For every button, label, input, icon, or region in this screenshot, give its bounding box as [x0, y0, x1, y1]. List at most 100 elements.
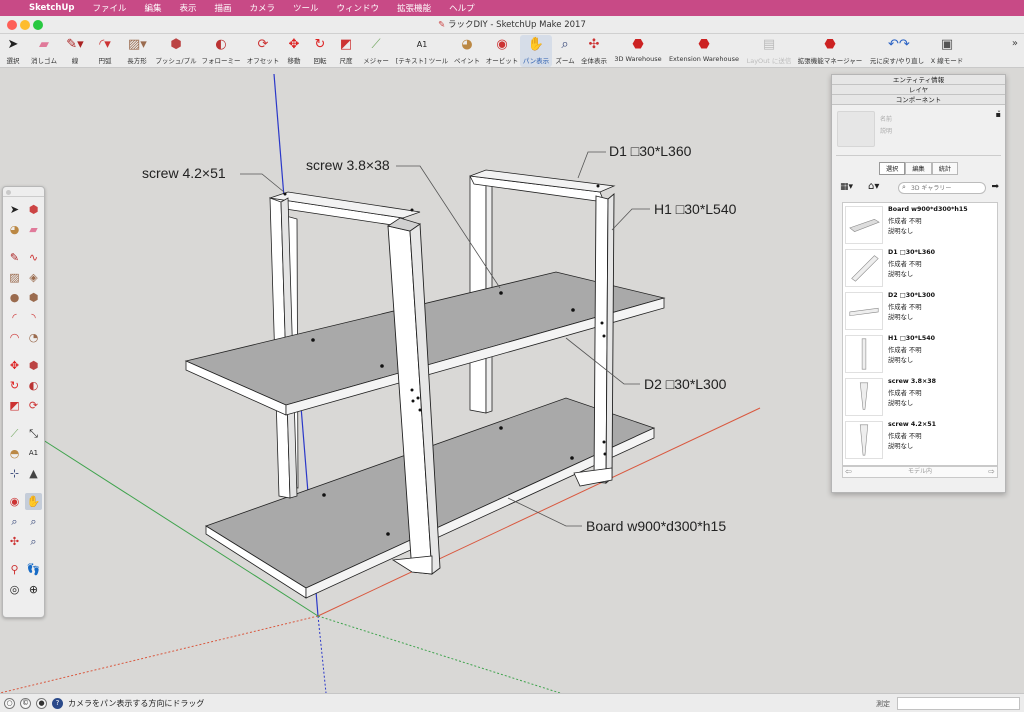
eraser-icon[interactable]: ▰: [25, 221, 42, 238]
tool-rotate[interactable]: ↻ 回転: [309, 35, 331, 67]
walk-icon[interactable]: 👣: [25, 561, 42, 578]
tool-undo-redo[interactable]: ↶↷ 元に戻す/やり直し: [866, 35, 928, 67]
tool-pan[interactable]: ✋ パン表示: [520, 35, 552, 67]
label-d2[interactable]: D2 □30*L300: [644, 376, 727, 392]
pan-icon[interactable]: ✋: [25, 493, 42, 510]
tool-offset[interactable]: ⟳ オフセット: [245, 35, 281, 67]
tool-follow-me[interactable]: ◐ フォローミー: [200, 35, 242, 67]
minimize-window-button[interactable]: [20, 20, 30, 30]
tool-send-to-layout[interactable]: ▤ LayOut に送信: [744, 35, 794, 67]
tool-text[interactable]: A1 [テキスト] ツール: [394, 35, 450, 67]
freehand-icon[interactable]: ∿: [25, 249, 42, 266]
rotate-icon[interactable]: ↻: [6, 377, 23, 394]
make-component-icon[interactable]: ⬢: [25, 201, 42, 218]
list-item[interactable]: Board w900*d300*h15 作成者 不明 説明なし: [843, 203, 997, 246]
menu-edit[interactable]: 編集: [135, 2, 170, 14]
tool-orbit[interactable]: ◉ オービット: [485, 35, 519, 67]
menu-camera[interactable]: カメラ: [241, 2, 285, 14]
list-item[interactable]: D2 □30*L300 作成者 不明 説明なし: [843, 289, 997, 332]
view-options-icon[interactable]: ▦▾: [840, 182, 853, 192]
layers-header[interactable]: レイヤ: [832, 85, 1005, 95]
label-screw-4-2x51[interactable]: screw 4.2×51: [142, 165, 226, 181]
circle-icon[interactable]: ●: [6, 289, 23, 306]
two-point-arc-icon[interactable]: ◝: [25, 309, 42, 326]
text-tool-icon[interactable]: A1: [25, 445, 42, 462]
select-icon[interactable]: ➤: [6, 201, 23, 218]
list-item[interactable]: H1 □30*L540 作成者 不明 説明なし: [843, 332, 997, 375]
menu-file[interactable]: ファイル: [83, 2, 135, 14]
tab-select[interactable]: 選択: [878, 162, 906, 175]
arc-icon[interactable]: ◜: [6, 309, 23, 326]
menu-extensions[interactable]: 拡張機能: [388, 2, 440, 14]
label-h1[interactable]: H1 □30*L540: [654, 201, 737, 217]
list-item[interactable]: D1 □30*L360 作成者 不明 説明なし: [843, 246, 997, 289]
tool-paint[interactable]: ◕ ペイント: [452, 35, 482, 67]
scale-icon[interactable]: ◩: [6, 397, 23, 414]
measurements-input[interactable]: [897, 697, 1020, 710]
position-camera-icon[interactable]: ⚲: [6, 561, 23, 578]
rotated-rectangle-icon[interactable]: ◈: [25, 269, 42, 286]
credits-icon[interactable]: ©: [20, 698, 31, 709]
palette-close-button[interactable]: [6, 190, 11, 195]
home-icon[interactable]: ⌂▾: [868, 181, 879, 192]
tool-zoom[interactable]: ⌕ ズーム: [554, 35, 576, 67]
tab-statistics[interactable]: 統計: [931, 162, 959, 175]
push-pull-icon[interactable]: ⬢: [25, 357, 42, 374]
gallery-search-input[interactable]: [898, 182, 986, 194]
previous-view-icon[interactable]: ⌕: [25, 533, 42, 550]
back-arrow-icon[interactable]: ⇦: [845, 467, 852, 477]
list-item[interactable]: screw 3.8×38 作成者 不明 説明なし: [843, 375, 997, 418]
3d-text-icon[interactable]: ▲: [25, 465, 42, 482]
protractor-icon[interactable]: ◓: [6, 445, 23, 462]
section-plane-icon[interactable]: ⊕: [25, 581, 42, 598]
polygon-icon[interactable]: ⬢: [25, 289, 42, 306]
move-icon[interactable]: ✥: [6, 357, 23, 374]
orbit-icon[interactable]: ◉: [6, 493, 23, 510]
user-icon[interactable]: ●: [36, 698, 47, 709]
paint-bucket-icon[interactable]: ◕: [6, 221, 23, 238]
tool-extension-warehouse[interactable]: ⬣ Extension Warehouse: [666, 35, 742, 67]
three-point-arc-icon[interactable]: ◠: [6, 329, 23, 346]
tool-tape-measure[interactable]: ⟋ メジャー: [361, 35, 391, 67]
details-icon[interactable]: ➡: [991, 182, 999, 192]
pie-icon[interactable]: ◔: [25, 329, 42, 346]
zoom-icon[interactable]: ⌕: [6, 513, 23, 530]
entity-info-header[interactable]: エンティティ情報: [832, 75, 1005, 85]
geo-location-icon[interactable]: ○: [4, 698, 15, 709]
tool-zoom-extents[interactable]: ✣ 全体表示: [579, 35, 609, 67]
tab-edit[interactable]: 編集: [905, 162, 932, 175]
label-d1[interactable]: D1 □30*L360: [609, 143, 692, 159]
offset-icon[interactable]: ⟳: [25, 397, 42, 414]
tool-push-pull[interactable]: ⬢ プッシュ/プル: [154, 35, 198, 67]
tool-eraser[interactable]: ▰ 消しゴム: [26, 35, 62, 67]
label-board[interactable]: Board w900*d300*h15: [586, 518, 726, 534]
dimension-icon[interactable]: ⤡: [25, 425, 42, 442]
zoom-extents-icon[interactable]: ✣: [6, 533, 23, 550]
tape-measure-icon[interactable]: ⟋: [6, 425, 23, 442]
menu-sketchup[interactable]: SketchUp: [20, 3, 83, 13]
tool-move[interactable]: ✥ 移動: [283, 35, 305, 67]
rectangle-icon[interactable]: ▨: [6, 269, 23, 286]
tool-select[interactable]: ➤ 選択: [3, 35, 23, 67]
menu-tools[interactable]: ツール: [284, 2, 328, 14]
menu-window[interactable]: ウィンドウ: [328, 2, 389, 14]
list-item[interactable]: screw 4.2×51 作成者 不明 説明なし: [843, 418, 997, 461]
menu-draw[interactable]: 描画: [206, 2, 241, 14]
menu-help[interactable]: ヘルプ: [440, 2, 484, 14]
tool-scale[interactable]: ◩ 尺度: [335, 35, 357, 67]
tool-x-ray[interactable]: ▣ X 線モード: [930, 35, 964, 67]
tool-extension-manager[interactable]: ⬣ 拡張機能マネージャー: [796, 35, 864, 67]
zoom-window-button[interactable]: [33, 20, 43, 30]
label-screw-3-8x38[interactable]: screw 3.8×38: [306, 157, 390, 173]
tool-3d-warehouse[interactable]: ⬣ 3D Warehouse: [612, 35, 664, 67]
axes-icon[interactable]: ⊹: [6, 465, 23, 482]
follow-me-icon[interactable]: ◐: [25, 377, 42, 394]
pencil-icon[interactable]: ✎: [6, 249, 23, 266]
palette-header[interactable]: [3, 187, 44, 197]
forward-arrow-icon[interactable]: ⇨: [988, 467, 995, 477]
components-header[interactable]: コンポーネント: [832, 95, 1005, 105]
instructor-icon[interactable]: ?: [52, 698, 63, 709]
tool-arc[interactable]: ◜▾ 円弧: [91, 35, 119, 67]
tool-rectangle[interactable]: ▨▾ 長方形: [123, 35, 151, 67]
menu-view[interactable]: 表示: [170, 2, 205, 14]
